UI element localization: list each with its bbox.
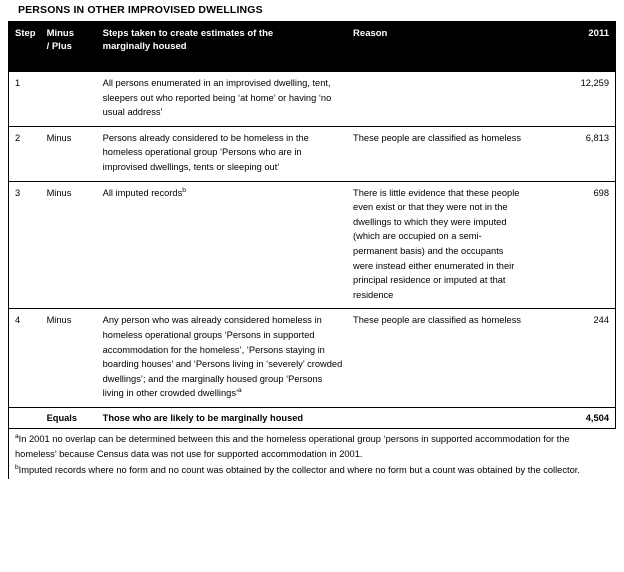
cell-steps-text: All imputed records: [102, 187, 183, 198]
cell-steps: Persons already considered to be homeles…: [102, 126, 354, 182]
column-header-steps-line1: Steps taken to create estimates of the: [102, 28, 274, 39]
footnote-a-text: In 2001 no overlap can be determined bet…: [15, 433, 570, 460]
table-row: 3 Minus All imputed recordsb There is li…: [8, 181, 616, 310]
column-header-reason: Reason: [353, 21, 534, 72]
column-header-steps-line2: marginally housed: [102, 41, 187, 52]
cell-total-step: [8, 406, 47, 429]
cell-total-sign: Equals: [46, 406, 103, 429]
page-title: PERSONS IN OTHER IMPROVISED DWELLINGS: [18, 4, 263, 16]
table-row: 1 All persons enumerated in an improvise…: [8, 71, 616, 127]
cell-step: 2: [8, 126, 47, 182]
cell-value: 6,813: [533, 126, 616, 182]
column-header-sign-line1: Minus: [46, 28, 75, 39]
footnotes-block: aIn 2001 no overlap can be determined be…: [8, 428, 616, 479]
column-header-year: 2011: [533, 21, 616, 72]
cell-value: 244: [533, 308, 616, 408]
table-row: 2 Minus Persons already considered to be…: [8, 126, 616, 182]
cell-steps-text: Persons already considered to be homeles…: [102, 132, 309, 172]
document-page: PERSONS IN OTHER IMPROVISED DWELLINGS St…: [0, 0, 624, 572]
cell-sign: Minus: [46, 126, 103, 182]
cell-reason: There is little evidence that these peop…: [353, 181, 534, 310]
footnote-b-text: Imputed records where no form and no cou…: [18, 465, 580, 476]
cell-reason: These people are classified as homeless: [353, 308, 534, 408]
cell-value: 698: [533, 181, 616, 310]
footnote-b: bImputed records where no form and no co…: [15, 463, 610, 479]
cell-sign: Minus: [46, 181, 103, 310]
cell-steps-text: All persons enumerated in an improvised …: [102, 78, 332, 118]
cell-reason: [353, 71, 534, 127]
column-header-sign-line2: / Plus: [46, 41, 72, 52]
column-header-step: Step: [8, 21, 47, 72]
column-header-sign: Minus / Plus: [46, 21, 103, 72]
cell-step: 1: [8, 71, 47, 127]
cell-total-reason: [353, 406, 534, 429]
footnote-marker-b: b: [182, 186, 186, 194]
cell-step: 3: [8, 181, 47, 310]
cell-steps-text: Any person who was already considered ho…: [102, 315, 343, 399]
cell-step: 4: [8, 308, 47, 408]
cell-value: 12,259: [533, 71, 616, 127]
cell-total-steps: Those who are likely to be marginally ho…: [102, 406, 354, 429]
footnote-a: aIn 2001 no overlap can be determined be…: [15, 432, 610, 463]
cell-steps: All persons enumerated in an improvised …: [102, 71, 354, 127]
cell-sign: Minus: [46, 308, 103, 408]
cell-total-value: 4,504: [533, 406, 616, 429]
column-header-steps: Steps taken to create estimates of the m…: [102, 21, 354, 72]
cell-reason: These people are classified as homeless: [353, 126, 534, 182]
cell-sign: [46, 71, 103, 127]
cell-steps: All imputed recordsb: [102, 181, 354, 310]
footnote-marker-a: a: [238, 387, 242, 395]
marginally-housed-table: Step Minus / Plus Steps taken to create …: [8, 21, 616, 429]
table-row: 4 Minus Any person who was already consi…: [8, 308, 616, 408]
cell-steps: Any person who was already considered ho…: [102, 308, 354, 408]
table-header-row: Step Minus / Plus Steps taken to create …: [8, 21, 616, 72]
table-total-row: Equals Those who are likely to be margin…: [8, 406, 616, 429]
